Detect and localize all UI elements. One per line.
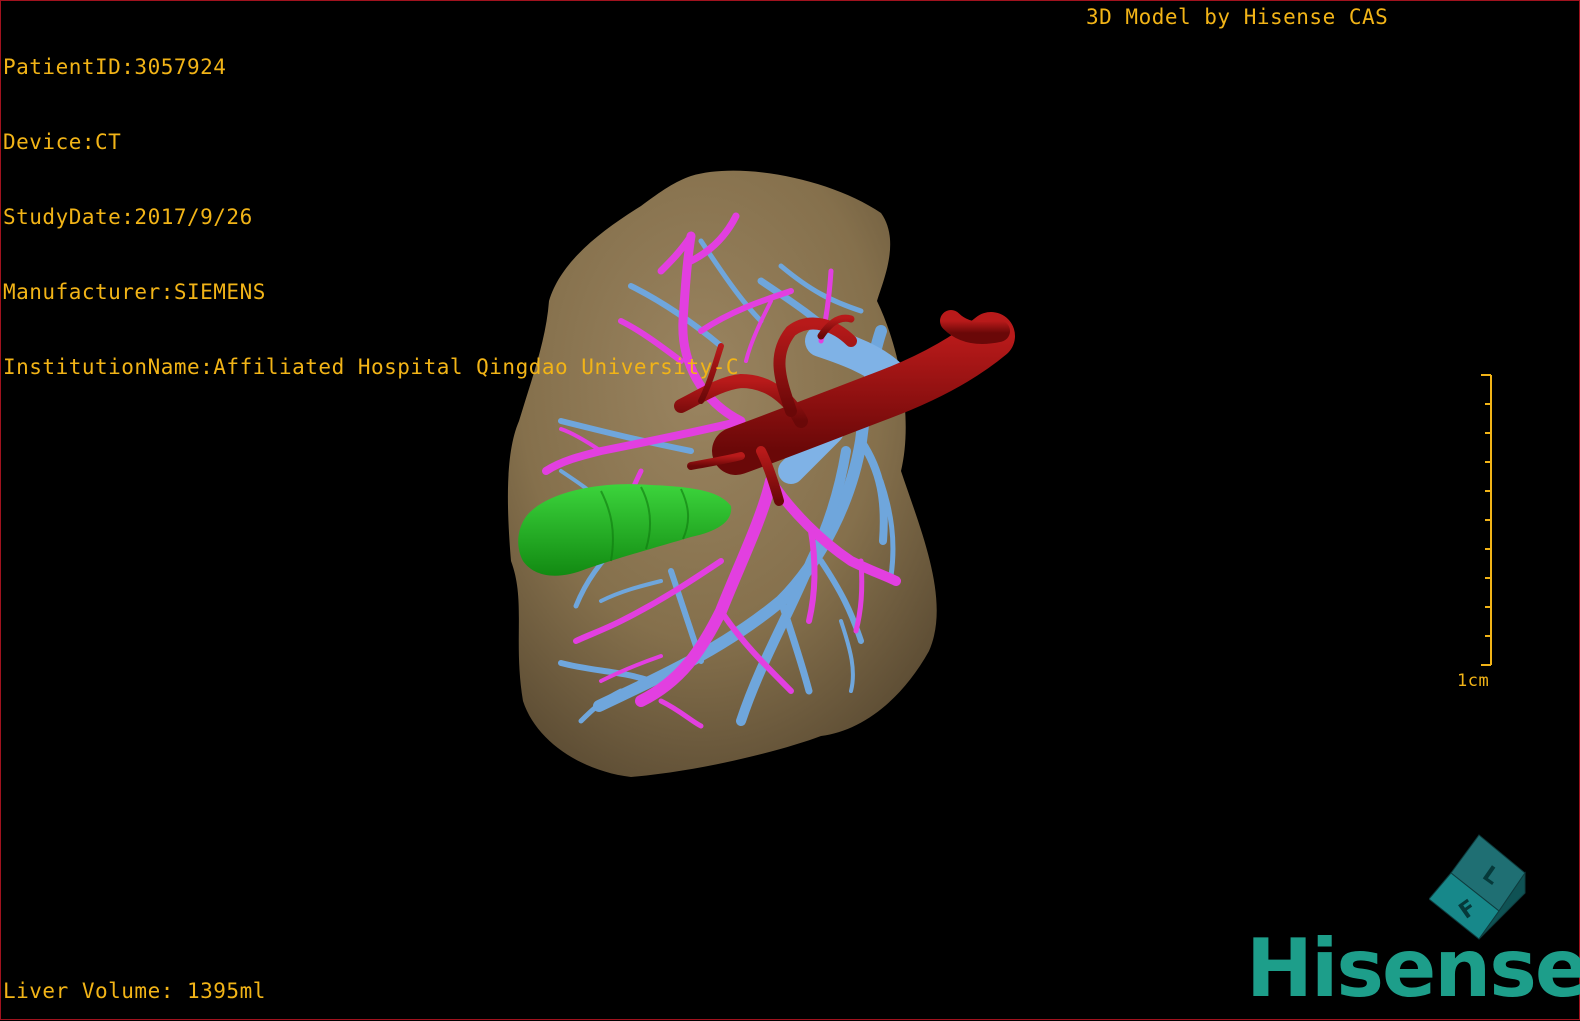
- study-date-text: StudyDate:2017/9/26: [3, 205, 253, 229]
- scale-bar: [1481, 374, 1492, 666]
- scale-label: 1cm: [1457, 671, 1490, 691]
- patient-info-overlay: PatientID:3057924 Device:CT StudyDate:20…: [3, 5, 739, 430]
- institution-text: InstitutionName:Affiliated Hospital Qing…: [3, 355, 740, 379]
- hisense-logo: Hisense: [1246, 922, 1580, 1015]
- model-credit-text: 3D Model by Hisense CAS: [1086, 5, 1389, 29]
- 3d-viewport[interactable]: PatientID:3057924 Device:CT StudyDate:20…: [0, 0, 1580, 1020]
- patient-id-text: PatientID:3057924: [3, 55, 227, 79]
- liver-volume-text: Liver Volume: 1395ml: [3, 979, 266, 1003]
- device-text: Device:CT: [3, 130, 122, 154]
- manufacturer-text: Manufacturer:SIEMENS: [3, 280, 266, 304]
